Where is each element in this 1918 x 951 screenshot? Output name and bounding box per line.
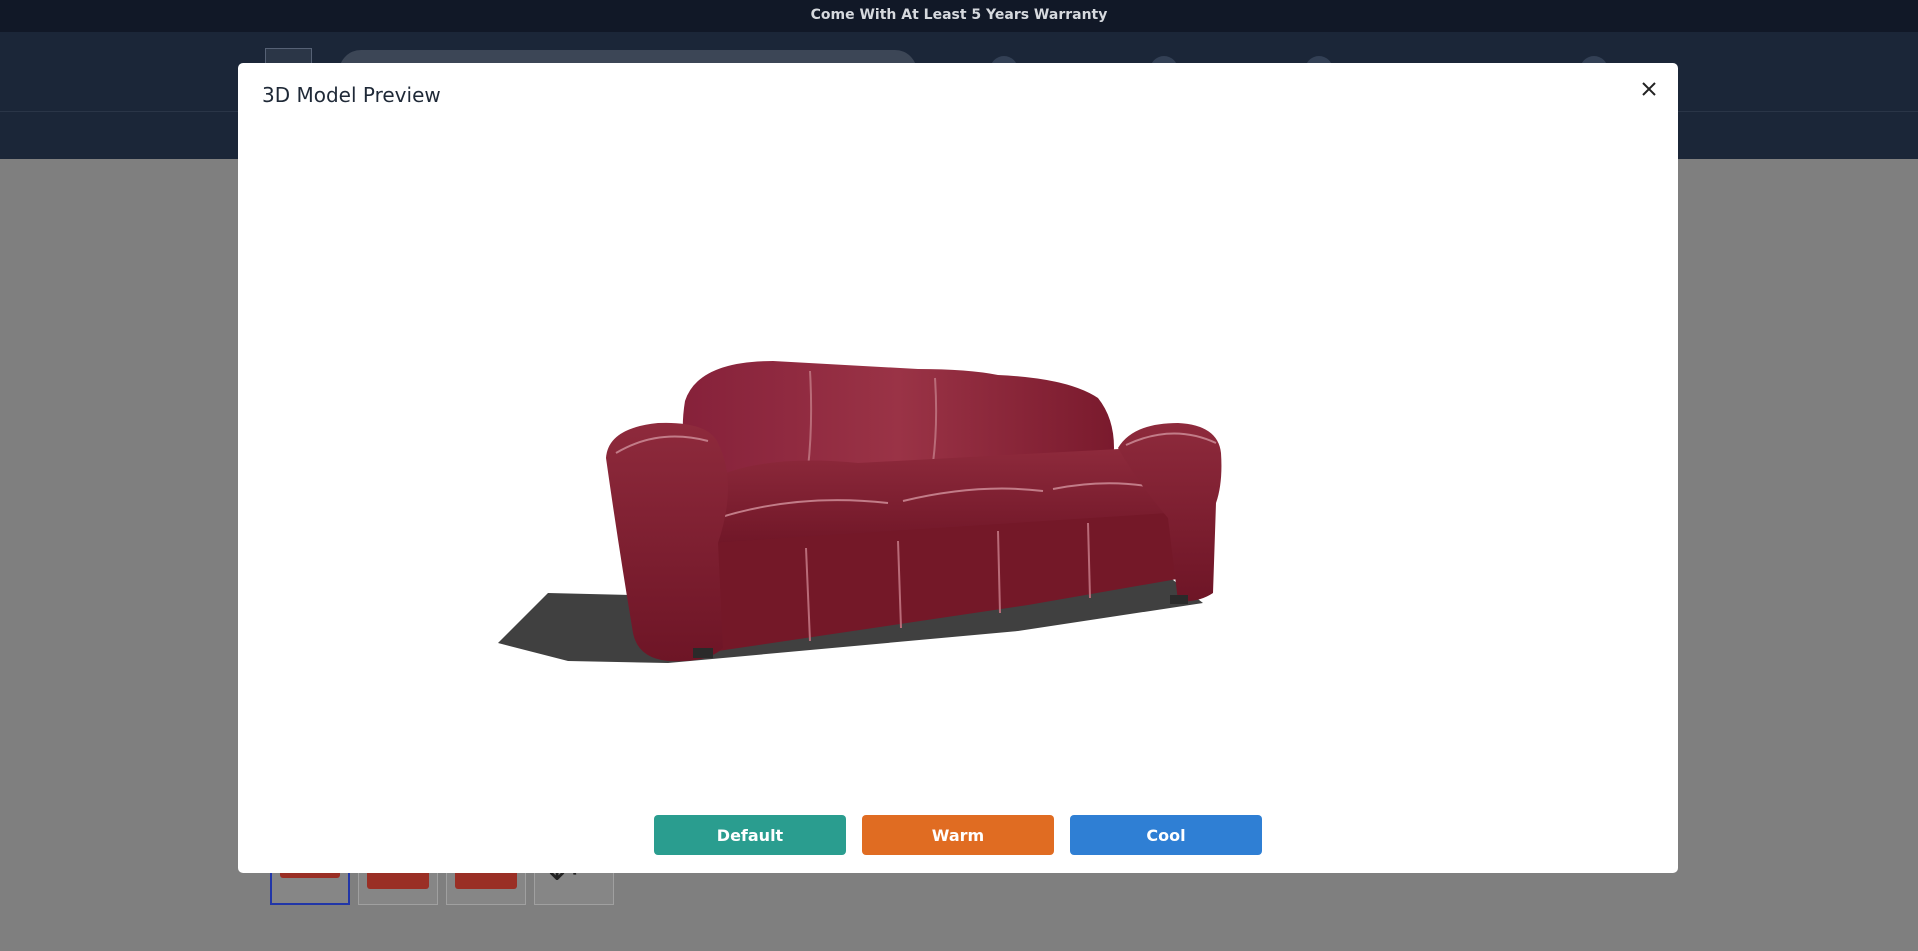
close-button[interactable] bbox=[1634, 74, 1664, 104]
modal-title: 3D Model Preview bbox=[262, 83, 441, 107]
close-icon bbox=[1642, 82, 1656, 96]
model-preview-modal: 3D Model Preview Default Warm Cool bbox=[238, 63, 1678, 873]
3d-model-viewer[interactable] bbox=[238, 123, 1678, 823]
lighting-buttons: Default Warm Cool bbox=[238, 815, 1678, 855]
warm-lighting-button[interactable]: Warm bbox=[862, 815, 1054, 855]
sofa-model bbox=[498, 361, 1222, 663]
announcement-bar: Come With At Least 5 Years Warranty bbox=[0, 0, 1918, 32]
cool-lighting-button[interactable]: Cool bbox=[1070, 815, 1262, 855]
announcement-text: Come With At Least 5 Years Warranty bbox=[810, 7, 1108, 23]
default-lighting-button[interactable]: Default bbox=[654, 815, 846, 855]
